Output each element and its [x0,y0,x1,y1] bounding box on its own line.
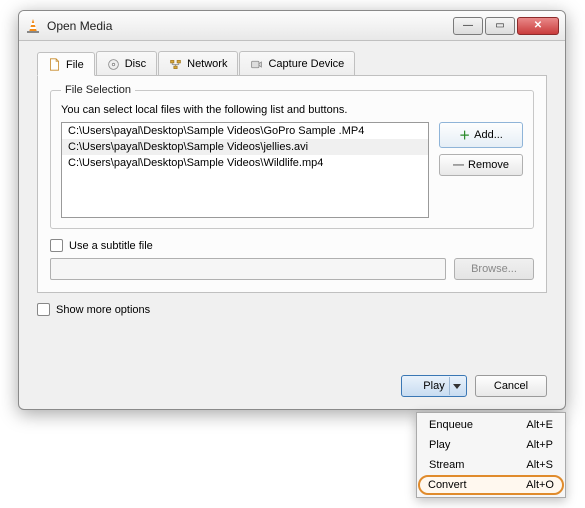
tab-disc[interactable]: Disc [96,51,157,75]
list-item[interactable]: C:\Users\payal\Desktop\Sample Videos\GoP… [62,123,428,139]
menu-item-enqueue[interactable]: Enqueue Alt+E [419,415,563,435]
list-item[interactable]: C:\Users\payal\Desktop\Sample Videos\jel… [62,139,428,155]
menu-item-shortcut: Alt+S [526,459,553,471]
file-selection-hint: You can select local files with the foll… [61,104,523,116]
open-media-window: Open Media — ▭ ✕ File Disc Network [18,10,566,410]
titlebar[interactable]: Open Media — ▭ ✕ [19,11,565,41]
menu-item-label: Enqueue [429,419,473,431]
cancel-button[interactable]: Cancel [475,375,547,397]
play-dropdown-menu: Enqueue Alt+E Play Alt+P Stream Alt+S Co… [416,412,566,498]
subtitle-path-row: Browse... [50,258,534,280]
disc-icon [107,58,120,71]
play-split-divider [449,377,450,395]
menu-item-stream[interactable]: Stream Alt+S [419,455,563,475]
tab-file-label: File [66,59,84,71]
tab-file[interactable]: File [37,52,95,76]
capture-icon [250,58,263,71]
tab-capture[interactable]: Capture Device [239,51,355,75]
menu-item-label: Play [429,439,450,451]
tab-capture-label: Capture Device [268,58,344,70]
network-icon [169,58,182,71]
tab-network-label: Network [187,58,227,70]
vlc-logo-icon [25,18,41,34]
minimize-button[interactable]: — [453,17,483,35]
list-item[interactable]: C:\Users\payal\Desktop\Sample Videos\Wil… [62,155,428,171]
minus-icon: — [453,159,464,171]
chevron-down-icon [453,384,461,389]
subtitle-checkbox[interactable] [50,239,63,252]
play-button[interactable]: Play [401,375,467,397]
menu-item-shortcut: Alt+P [526,439,553,451]
file-selection-legend: File Selection [61,84,135,96]
show-more-label: Show more options [56,304,150,316]
file-buttons: ＋ Add... — Remove [439,122,523,218]
play-dropdown-toggle[interactable] [451,376,463,396]
tab-bar: File Disc Network Capture Device [37,51,547,76]
maximize-button[interactable]: ▭ [485,17,515,35]
cancel-button-label: Cancel [494,380,528,392]
tab-content: File Selection You can select local file… [37,76,547,293]
add-button-label: Add... [474,129,503,141]
window-buttons: — ▭ ✕ [453,17,559,35]
plus-icon: ＋ [459,127,470,143]
subtitle-path-input [50,258,446,280]
remove-button-label: Remove [468,159,509,171]
tab-disc-label: Disc [125,58,146,70]
subtitle-checkbox-label: Use a subtitle file [69,240,153,252]
browse-button-label: Browse... [471,263,517,275]
file-selection-group: File Selection You can select local file… [50,84,534,229]
add-button[interactable]: ＋ Add... [439,122,523,148]
menu-item-label: Convert [428,479,467,491]
close-button[interactable]: ✕ [517,17,559,35]
menu-item-label: Stream [429,459,464,471]
menu-item-convert[interactable]: Convert Alt+O [418,475,564,495]
browse-button: Browse... [454,258,534,280]
menu-item-play[interactable]: Play Alt+P [419,435,563,455]
menu-item-shortcut: Alt+O [526,479,554,491]
file-list[interactable]: C:\Users\payal\Desktop\Sample Videos\GoP… [61,122,429,218]
show-more-checkbox[interactable] [37,303,50,316]
play-button-label: Play [423,380,444,392]
footer-buttons: Play Cancel [401,375,547,397]
subtitle-row: Use a subtitle file [50,239,534,252]
tab-network[interactable]: Network [158,51,238,75]
window-title: Open Media [47,19,453,33]
menu-item-shortcut: Alt+E [526,419,553,431]
file-icon [48,58,61,71]
remove-button[interactable]: — Remove [439,154,523,176]
show-more-row: Show more options [37,303,547,316]
